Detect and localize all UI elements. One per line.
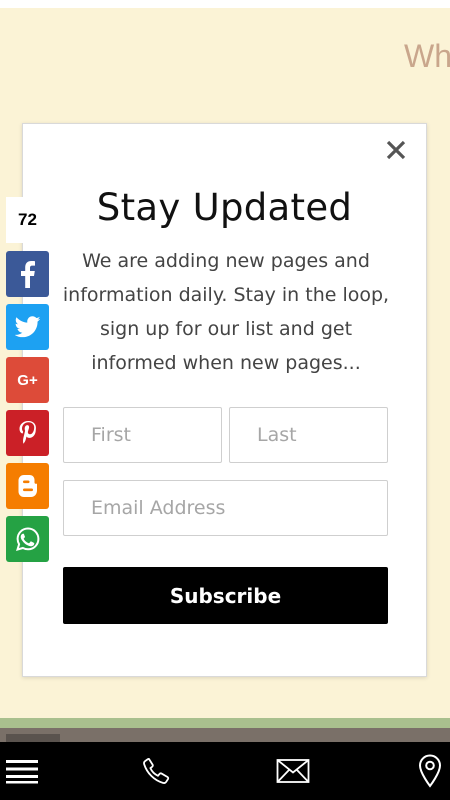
twitter-share-button[interactable]: [6, 304, 49, 350]
email-field[interactable]: [63, 480, 388, 536]
facebook-icon: [20, 261, 35, 288]
background-footer-block: [6, 734, 60, 742]
subscribe-popup: Stay Updated We are adding new pages and…: [22, 123, 427, 677]
background-footer-dark: [0, 728, 450, 742]
mail-icon: [276, 759, 310, 783]
phone-icon: [143, 758, 170, 784]
share-count: 72: [6, 197, 49, 243]
background-heading: Wh: [404, 38, 450, 74]
first-name-field[interactable]: [63, 407, 222, 463]
email-button[interactable]: [273, 742, 313, 800]
whatsapp-icon: [15, 527, 39, 551]
blogger-share-button[interactable]: [6, 463, 49, 509]
google-plus-icon: G+: [17, 371, 38, 389]
facebook-share-button[interactable]: [6, 251, 49, 297]
popup-description: We are adding new pages and information …: [62, 250, 390, 374]
bottom-navigation-bar: [0, 742, 450, 800]
close-icon: [386, 140, 406, 160]
location-button[interactable]: [412, 742, 448, 800]
subscribe-button[interactable]: Subscribe: [63, 567, 388, 624]
pinterest-share-button[interactable]: [6, 410, 49, 456]
twitter-icon: [14, 316, 40, 338]
hamburger-menu-icon: [6, 760, 38, 784]
map-pin-icon: [418, 754, 442, 788]
top-strip: [0, 0, 450, 8]
last-name-field[interactable]: [229, 407, 388, 463]
close-button[interactable]: [382, 136, 410, 164]
pinterest-icon: [19, 421, 36, 444]
background-footer-band: [0, 718, 450, 728]
blogger-icon: [18, 475, 37, 497]
call-button[interactable]: [134, 742, 178, 800]
whatsapp-share-button[interactable]: [6, 516, 49, 562]
menu-button[interactable]: [0, 742, 44, 800]
popup-title: Stay Updated: [96, 186, 353, 229]
google-plus-share-button[interactable]: G+: [6, 357, 49, 403]
